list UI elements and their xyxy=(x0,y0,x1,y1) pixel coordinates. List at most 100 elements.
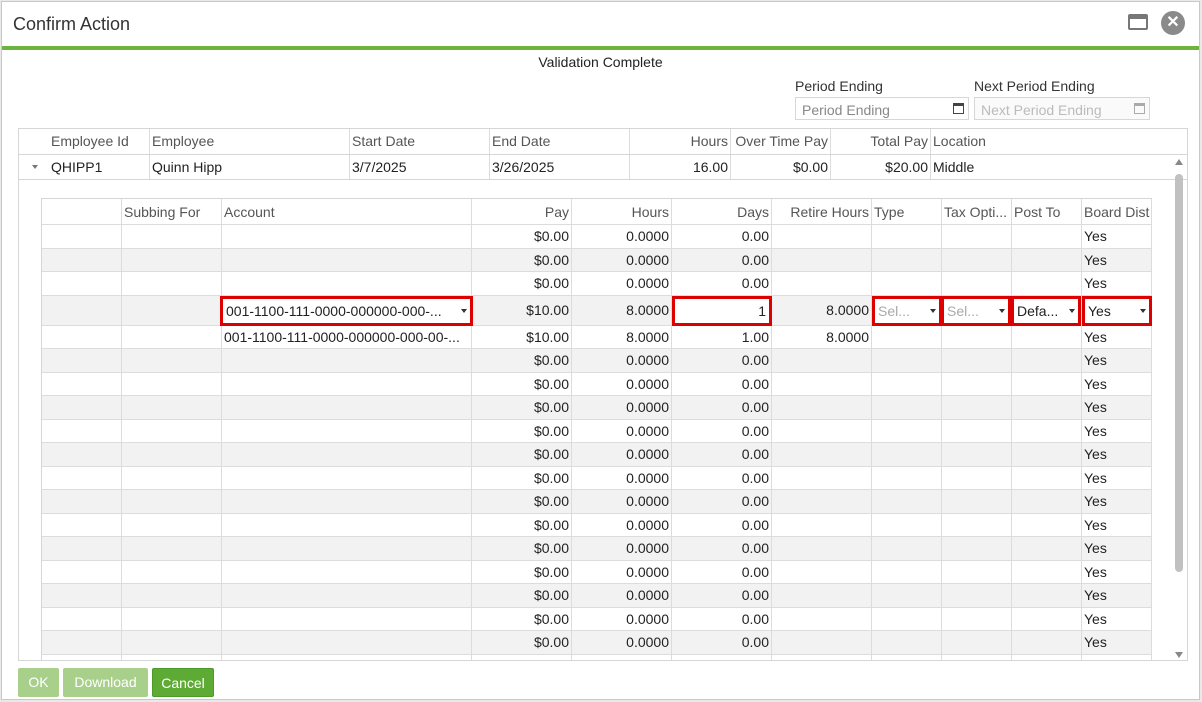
scroll-down-icon[interactable] xyxy=(1175,652,1183,658)
account-cell xyxy=(222,396,472,419)
board-cell: Yes xyxy=(1082,466,1152,489)
vertical-scrollbar[interactable] xyxy=(1172,156,1187,660)
col-end-date[interactable]: End Date xyxy=(490,129,630,154)
table-row[interactable]: $0.000.00000.00 Yes xyxy=(42,466,1152,490)
table-row[interactable]: 001-1100-111-0000-000000-000-00-... $10.0… xyxy=(42,325,1152,349)
table-row[interactable]: $0.000.00000.00 Yes xyxy=(42,631,1152,655)
col-hours[interactable]: Hours xyxy=(630,129,731,154)
chevron-down-icon[interactable] xyxy=(1140,308,1146,313)
post-cell xyxy=(1012,466,1082,489)
blank-cell xyxy=(122,295,222,325)
col-retire-hours[interactable]: Retire Hours xyxy=(772,199,872,224)
period-ending-input[interactable]: Period Ending xyxy=(795,97,969,120)
chevron-down-icon[interactable] xyxy=(1069,308,1075,313)
table-row[interactable]: $0.000.00000.00 Yes xyxy=(42,248,1152,272)
board-dist-dropdown[interactable]: Yes xyxy=(1082,295,1152,326)
blank-cell xyxy=(42,349,122,372)
col-over-time-pay[interactable]: Over Time Pay xyxy=(731,129,831,154)
col-total-pay[interactable]: Total Pay xyxy=(831,129,931,154)
scroll-thumb[interactable] xyxy=(1175,174,1183,572)
blank-cell xyxy=(42,443,122,466)
days-cell: 0.00 xyxy=(672,607,772,630)
table-row[interactable]: $0.000.00000.00 Yes xyxy=(42,396,1152,420)
col-employee[interactable]: Employee xyxy=(150,129,350,154)
hours-cell: 8.0000 xyxy=(572,295,672,325)
pay-cell: $0.00 xyxy=(472,631,572,654)
retire-cell xyxy=(772,631,872,654)
table-row[interactable]: $0.000.00000.00 Yes xyxy=(42,372,1152,396)
post-cell xyxy=(1012,248,1082,271)
days-input[interactable]: 1 xyxy=(672,295,772,326)
hours-cell: 0.0000 xyxy=(572,466,672,489)
employee-row[interactable]: QHIPP1 Quinn Hipp 3/7/2025 3/26/2025 16.… xyxy=(19,155,1187,180)
retire-cell xyxy=(772,513,872,536)
maximize-icon[interactable] xyxy=(1128,14,1148,30)
chevron-down-icon[interactable] xyxy=(999,308,1005,313)
chevron-down-icon[interactable] xyxy=(461,308,467,313)
col-pay[interactable]: Pay xyxy=(472,199,572,224)
days-cell: 0.00 xyxy=(672,513,772,536)
col-employee-id[interactable]: Employee Id xyxy=(19,129,150,154)
table-row[interactable]: $0.000.00000.00 Yes xyxy=(42,443,1152,467)
ok-button[interactable]: OK xyxy=(18,668,59,697)
account-cell xyxy=(222,490,472,513)
table-row[interactable]: $0.000.00000.00 Yes xyxy=(42,490,1152,514)
tax-option-dropdown[interactable]: Sel... xyxy=(941,295,1011,326)
type-dropdown[interactable]: Sel... xyxy=(872,295,942,326)
col-post-to[interactable]: Post To xyxy=(1012,199,1082,224)
col-type[interactable]: Type xyxy=(872,199,942,224)
table-row[interactable]: $0.000.00000.00 Yes xyxy=(42,419,1152,443)
col-start-date[interactable]: Start Date xyxy=(350,129,490,154)
tax-cell xyxy=(942,225,1012,248)
cancel-button[interactable]: Cancel xyxy=(152,668,214,697)
chevron-down-icon[interactable] xyxy=(930,308,936,313)
table-row[interactable]: $0.000.00000.00 Yes xyxy=(42,513,1152,537)
account-cell xyxy=(222,607,472,630)
col-days[interactable]: Days xyxy=(672,199,772,224)
pay-cell: $0.00 xyxy=(472,272,572,295)
tax-cell xyxy=(942,631,1012,654)
table-row[interactable]: $0.000.00000.00 Yes xyxy=(42,560,1152,584)
table-row-editing[interactable]: $10.00 8.0000 8.0000 001-1100-111-0000-0000… xyxy=(42,295,1152,326)
table-row[interactable]: $0.000.00000.00 Yes xyxy=(42,584,1152,608)
post-cell xyxy=(1012,654,1082,660)
hours-cell: 0.0000 xyxy=(572,443,672,466)
account-cell xyxy=(222,349,472,372)
table-row[interactable]: $0.000.00000.00 Yes xyxy=(42,654,1152,660)
board-cell: Yes xyxy=(1082,631,1152,654)
col-account[interactable]: Account xyxy=(222,199,472,224)
col-subbing-for[interactable]: Subbing For xyxy=(122,199,222,224)
retire-cell xyxy=(772,466,872,489)
pay-cell: $0.00 xyxy=(472,443,572,466)
type-cell xyxy=(872,607,942,630)
days-cell: 0.00 xyxy=(672,349,772,372)
col-board-dist[interactable]: Board Dist xyxy=(1082,199,1152,224)
employee-grid-header: Employee Id Employee Start Date End Date… xyxy=(19,129,1187,155)
calendar-icon[interactable] xyxy=(953,103,964,114)
type-cell xyxy=(872,584,942,607)
location-cell: Middle xyxy=(933,159,975,175)
table-row[interactable]: $0.000.00000.00 Yes xyxy=(42,272,1152,296)
type-cell xyxy=(872,325,942,348)
retire-cell xyxy=(772,225,872,248)
blank-cell xyxy=(122,372,222,395)
table-row[interactable]: $0.000.00000.00 Yes xyxy=(42,225,1152,249)
account-cell xyxy=(222,513,472,536)
pay-detail-grid: Subbing For Account Pay Hours Days Retir… xyxy=(41,198,1152,660)
retire-cell xyxy=(772,537,872,560)
scroll-up-icon[interactable] xyxy=(1175,159,1183,165)
table-row[interactable]: $0.000.00000.00 Yes xyxy=(42,349,1152,373)
download-button[interactable]: Download xyxy=(63,668,148,697)
col-hours[interactable]: Hours xyxy=(572,199,672,224)
retire-cell xyxy=(772,419,872,442)
col-location[interactable]: Location xyxy=(931,129,1171,154)
account-dropdown[interactable]: 001-1100-111-0000-000000-000-... xyxy=(220,295,473,326)
post-to-dropdown[interactable]: Defa... xyxy=(1011,295,1081,326)
blank-cell xyxy=(42,419,122,442)
blank-cell xyxy=(122,654,222,660)
close-icon[interactable]: ✕ xyxy=(1161,11,1185,35)
table-row[interactable]: $0.000.00000.00 Yes xyxy=(42,607,1152,631)
table-row[interactable]: $0.000.00000.00 Yes xyxy=(42,537,1152,561)
tax-cell xyxy=(942,248,1012,271)
col-tax-option[interactable]: Tax Opti... xyxy=(942,199,1012,224)
